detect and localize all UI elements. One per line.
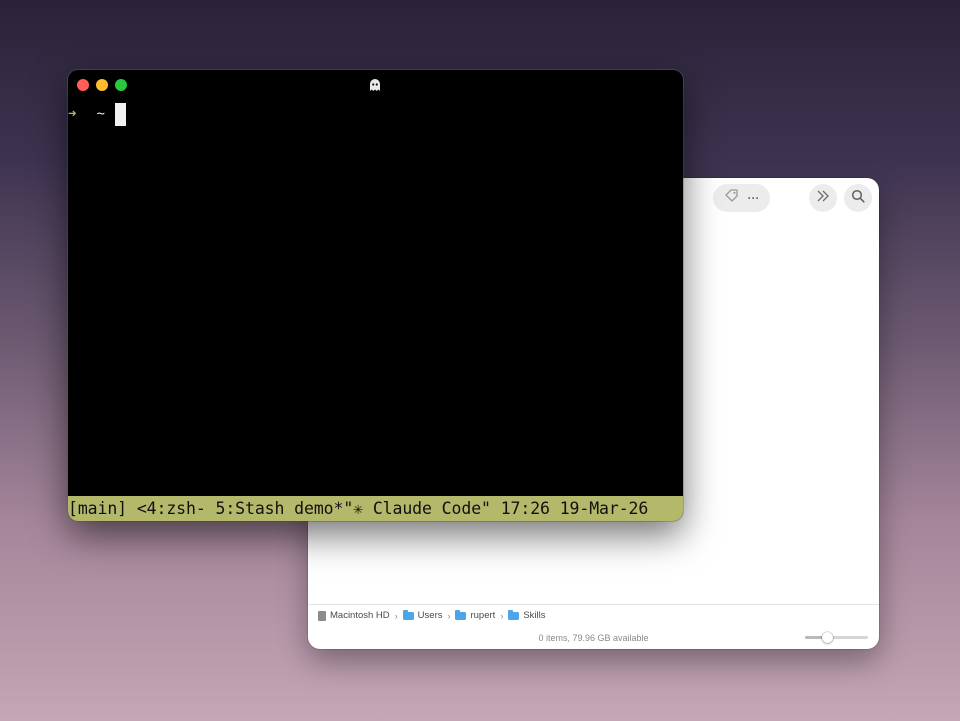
- tags-button[interactable]: ···: [713, 184, 770, 212]
- maximize-button[interactable]: [115, 79, 127, 91]
- prompt-arrow: ➜: [68, 106, 77, 122]
- prompt-directory: ~: [96, 106, 105, 122]
- path-item-macintosh-hd[interactable]: Macintosh HD: [318, 610, 390, 621]
- path-separator: ›: [394, 610, 398, 621]
- tag-icon: [724, 188, 740, 209]
- terminal-window[interactable]: ➜ ~ [main] <4:zsh- 5:Stash demo*"✳ Claud…: [68, 70, 683, 521]
- search-icon: [851, 189, 865, 208]
- close-button[interactable]: [77, 79, 89, 91]
- folder-icon: [508, 609, 520, 620]
- slider-knob[interactable]: [821, 632, 833, 643]
- hard-drive-icon: [318, 610, 326, 621]
- path-bar: Macintosh HD › Users › rupert › Skills: [308, 604, 879, 626]
- path-item-rupert[interactable]: rupert: [455, 609, 495, 621]
- folder-icon: [455, 609, 467, 620]
- icon-size-slider[interactable]: [805, 632, 868, 643]
- forward-button[interactable]: [809, 184, 837, 212]
- shell-prompt[interactable]: ➜ ~: [68, 102, 126, 126]
- path-separator: ›: [447, 610, 451, 621]
- tmux-status-bar: [main] <4:zsh- 5:Stash demo*"✳ Claude Co…: [68, 496, 683, 521]
- path-item-skills[interactable]: Skills: [508, 609, 545, 621]
- tmux-status-text: [main] <4:zsh- 5:Stash demo*"✳ Claude Co…: [68, 499, 649, 518]
- status-bar: 0 items, 79.96 GB available: [308, 626, 879, 649]
- folder-icon: [402, 609, 414, 620]
- ghost-icon: [368, 78, 382, 92]
- item-count-status: 0 items, 79.96 GB available: [538, 632, 649, 643]
- path-separator: ›: [500, 610, 504, 621]
- minimize-button[interactable]: [96, 79, 108, 91]
- ellipsis-icon: ···: [747, 191, 760, 205]
- search-button[interactable]: [844, 184, 872, 212]
- double-chevron-icon: [816, 189, 830, 207]
- text-cursor: [114, 102, 126, 126]
- path-item-users[interactable]: Users: [402, 609, 442, 621]
